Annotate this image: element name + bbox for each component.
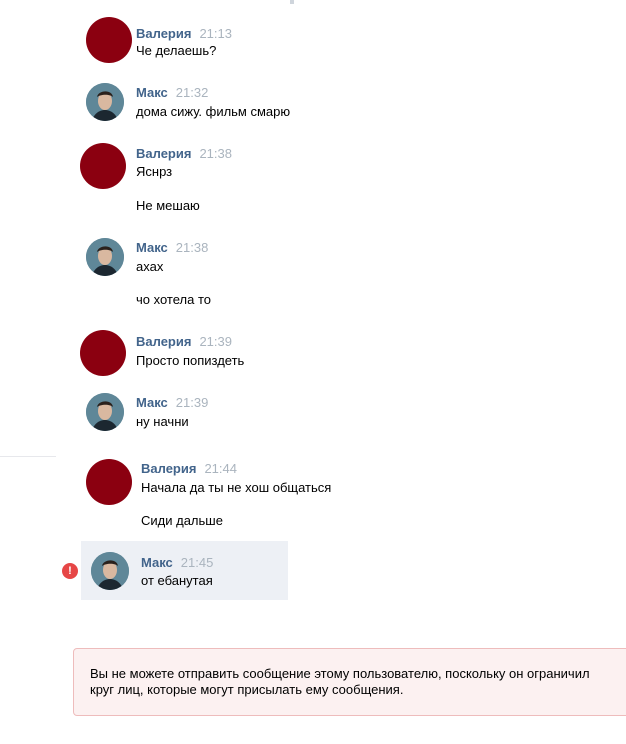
message-text: от ебанутая xyxy=(141,573,213,588)
author-name[interactable]: Макс xyxy=(141,555,173,570)
message-text: ахах xyxy=(136,259,164,274)
author-name[interactable]: Валерия xyxy=(141,461,196,476)
message-text: Не мешаю xyxy=(136,198,200,213)
user-photo-icon xyxy=(86,238,124,276)
message-text: дома сижу. фильм смарю xyxy=(136,104,291,119)
author-name[interactable]: Валерия xyxy=(136,26,191,41)
message-time[interactable]: 21:32 xyxy=(176,85,209,100)
message-time[interactable]: 21:13 xyxy=(199,26,232,41)
message-text: ну начни xyxy=(136,414,189,429)
message-text: Просто попиздеть xyxy=(136,353,245,368)
author-name[interactable]: Валерия xyxy=(136,146,191,161)
divider-line xyxy=(0,456,56,457)
scroll-top-divider xyxy=(290,0,294,4)
blocked-notice: Вы не можете отправить сообщение этому п… xyxy=(73,648,626,716)
message-text: Че делаешь? xyxy=(136,43,217,58)
avatar[interactable] xyxy=(86,17,132,63)
author-name[interactable]: Макс xyxy=(136,85,168,100)
avatar[interactable] xyxy=(86,459,132,505)
message-time[interactable]: 21:44 xyxy=(204,461,237,476)
user-photo-icon xyxy=(86,393,124,431)
message-time[interactable]: 21:45 xyxy=(181,555,214,570)
author-name[interactable]: Макс xyxy=(136,240,168,255)
avatar[interactable] xyxy=(86,238,124,276)
avatar[interactable] xyxy=(91,552,129,590)
message-time[interactable]: 21:38 xyxy=(176,240,209,255)
message-text: Начала да ты не хош общаться xyxy=(141,480,332,495)
avatar[interactable] xyxy=(80,330,126,376)
message-time[interactable]: 21:39 xyxy=(176,395,209,410)
user-photo-icon xyxy=(86,83,124,121)
avatar[interactable] xyxy=(86,393,124,431)
message-text: Сиди дальше xyxy=(141,513,223,528)
message-text: чо хотела то xyxy=(136,292,211,307)
user-photo-icon xyxy=(91,552,129,590)
avatar[interactable] xyxy=(86,83,124,121)
message-text: Яснрз xyxy=(136,164,173,179)
message-time[interactable]: 21:39 xyxy=(199,334,232,349)
message-time[interactable]: 21:38 xyxy=(199,146,232,161)
error-icon[interactable]: ! xyxy=(62,563,78,579)
avatar[interactable] xyxy=(80,143,126,189)
author-name[interactable]: Макс xyxy=(136,395,168,410)
author-name[interactable]: Валерия xyxy=(136,334,191,349)
